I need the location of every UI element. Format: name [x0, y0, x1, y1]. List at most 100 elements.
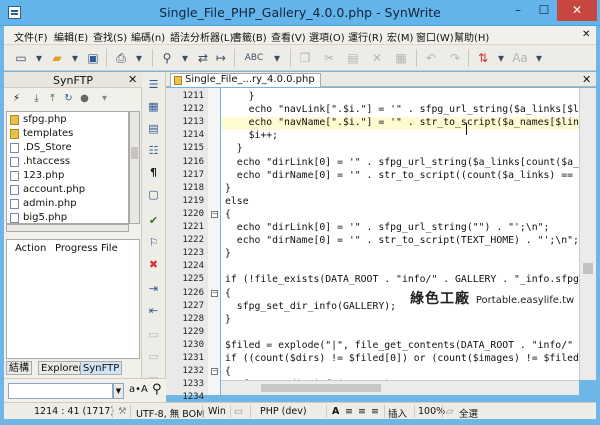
copy-icon[interactable]: ❐: [296, 49, 314, 67]
file-list-scroll-thumb[interactable]: [131, 147, 138, 159]
undo-icon[interactable]: ↶: [422, 49, 440, 67]
sort-icon[interactable]: ⇅: [474, 49, 492, 67]
spell-check-icon[interactable]: ABC: [240, 49, 268, 67]
file-row[interactable]: admin.php: [7, 197, 128, 211]
code-line[interactable]: if ((count($dirs) != $filed[0]) or (coun…: [225, 352, 579, 365]
menu-lexer[interactable]: 語法分析器(L): [170, 29, 233, 44]
project-icon[interactable]: ▦: [145, 98, 162, 115]
find-dropdown-icon[interactable]: ▼: [113, 383, 124, 399]
indent-icon[interactable]: ⇥: [145, 280, 162, 297]
status-align-right-icon[interactable]: ≡: [371, 406, 379, 417]
save-icon[interactable]: ▣: [84, 49, 102, 67]
uncomment-icon[interactable]: ▭: [145, 348, 162, 365]
print-dropdown-icon[interactable]: ▾: [130, 49, 148, 67]
cut-icon[interactable]: ✂: [320, 49, 338, 67]
ftp-settings-icon[interactable]: ●: [78, 92, 91, 105]
ftp-close-icon[interactable]: ✕: [128, 73, 137, 86]
code-line[interactable]: $i++;: [225, 129, 279, 142]
connect-icon[interactable]: ⚡: [10, 92, 23, 105]
editor-vscrollbar[interactable]: [579, 88, 596, 380]
file-row[interactable]: big5.php: [7, 211, 128, 223]
check-icon[interactable]: ✔: [145, 212, 162, 229]
status-align-center-icon[interactable]: ≡: [358, 406, 366, 417]
status-insert-mode[interactable]: 插入: [388, 406, 407, 420]
file-list-scrollbar[interactable]: [129, 111, 140, 224]
code-editor[interactable]: } echo "navLink[".$i."] = '" . sfpg_url_…: [221, 88, 579, 395]
status-line-endings[interactable]: Win: [208, 406, 226, 417]
goto-icon[interactable]: ↦: [212, 49, 230, 67]
code-line[interactable]: {: [225, 287, 231, 300]
code-line[interactable]: {: [225, 365, 231, 378]
find-input[interactable]: [8, 383, 113, 399]
menu-file[interactable]: 文件(F): [14, 29, 48, 44]
match-case-toggle[interactable]: a•A: [129, 384, 148, 395]
col-file[interactable]: File: [101, 243, 118, 254]
delete-icon[interactable]: ✕: [368, 49, 386, 67]
file-row[interactable]: 123.php: [7, 169, 128, 183]
menu-options[interactable]: 選項(O): [309, 29, 345, 44]
ftp-refresh-icon[interactable]: ↻: [62, 92, 75, 105]
col-action[interactable]: Action: [15, 243, 46, 254]
redo-icon[interactable]: ↷: [446, 49, 464, 67]
new-dropdown-icon[interactable]: ▾: [30, 49, 48, 67]
status-font-icon[interactable]: A: [332, 406, 339, 417]
menu-close-icon[interactable]: ✕: [582, 29, 590, 40]
tab-synftp[interactable]: SynFTP: [80, 361, 123, 375]
find-binoculars-icon[interactable]: ⚲: [158, 49, 176, 67]
new-file-icon[interactable]: ▭: [12, 49, 30, 67]
fold-toggle-icon[interactable]: −: [211, 368, 218, 376]
file-row[interactable]: .DS_Store: [7, 141, 128, 155]
code-line[interactable]: $filed = explode("|", file_get_contents(…: [225, 339, 579, 352]
status-readonly-icon[interactable]: ⚒: [118, 406, 127, 417]
file-list-hscrollbar[interactable]: [6, 224, 129, 232]
code-line[interactable]: }: [225, 142, 243, 155]
spell-dropdown-icon[interactable]: ▾: [268, 49, 286, 67]
code-line[interactable]: }: [225, 182, 231, 195]
font-size-icon[interactable]: Aa: [508, 49, 532, 67]
ftp-download-icon[interactable]: ⤓: [30, 92, 43, 105]
menu-macros[interactable]: 宏(M): [387, 29, 413, 44]
code-line[interactable]: else: [225, 195, 249, 208]
code-line[interactable]: }: [225, 90, 255, 103]
menu-view[interactable]: 查看(V): [271, 29, 306, 44]
editor-tab[interactable]: Single_File_...ry_4.0.0.php: [170, 73, 321, 87]
tab-structure[interactable]: 結構: [6, 361, 32, 375]
ftp-more-icon[interactable]: ▾: [98, 92, 111, 105]
file-row[interactable]: .htaccess: [7, 155, 128, 169]
menu-window[interactable]: 窗口(W): [416, 29, 454, 44]
frame-icon[interactable]: ▢: [145, 186, 162, 203]
pilcrow-icon[interactable]: ¶: [145, 164, 162, 181]
menu-run[interactable]: 運行(R): [348, 29, 383, 44]
unindent-icon[interactable]: ⇤: [145, 302, 162, 319]
code-line[interactable]: echo "dirLink[0] = '" . sfpg_url_string(…: [225, 221, 550, 234]
maximize-button[interactable]: ☐: [531, 0, 557, 21]
status-align-left-icon[interactable]: ≡: [345, 406, 353, 417]
status-select-mode[interactable]: 全選: [459, 406, 478, 420]
editor-vscroll-thumb[interactable]: [583, 263, 593, 274]
col-progress[interactable]: Progress: [55, 243, 98, 254]
code-line[interactable]: }: [225, 313, 231, 326]
minimize-button[interactable]: –: [505, 0, 531, 21]
replace-icon[interactable]: ⇄: [194, 49, 212, 67]
outline-icon[interactable]: ☷: [145, 142, 162, 159]
menu-bookmarks[interactable]: 書籤(B): [232, 29, 267, 44]
code-line[interactable]: {: [225, 208, 231, 221]
status-wrap-icon[interactable]: ▭: [234, 406, 243, 417]
tree-icon[interactable]: ☰: [145, 76, 162, 93]
remove-icon[interactable]: ✖: [145, 256, 162, 273]
fold-margin[interactable]: [208, 88, 220, 395]
select-all-icon[interactable]: ▦: [392, 49, 410, 67]
menu-help[interactable]: 幫助(H): [454, 29, 489, 44]
editor-hscrollbar[interactable]: [221, 380, 579, 395]
fold-toggle-icon[interactable]: −: [211, 210, 218, 218]
tab-explorer[interactable]: Explorer: [38, 361, 86, 375]
code-line[interactable]: echo "navName[".$i."] = '" . str_to_scri…: [225, 116, 579, 129]
editor-hscroll-thumb[interactable]: [261, 384, 381, 392]
open-dropdown-icon[interactable]: ▾: [66, 49, 84, 67]
bookmark-icon[interactable]: ⚐: [145, 234, 162, 251]
menu-edit[interactable]: 編輯(E): [54, 29, 88, 44]
paste-icon[interactable]: ▤: [344, 49, 362, 67]
file-row[interactable]: account.php: [7, 183, 128, 197]
status-encoding[interactable]: UTF-8, 無 BOM: [136, 406, 204, 420]
code-line[interactable]: echo "dirName[0] = '" . str_to_script((c…: [225, 169, 579, 182]
